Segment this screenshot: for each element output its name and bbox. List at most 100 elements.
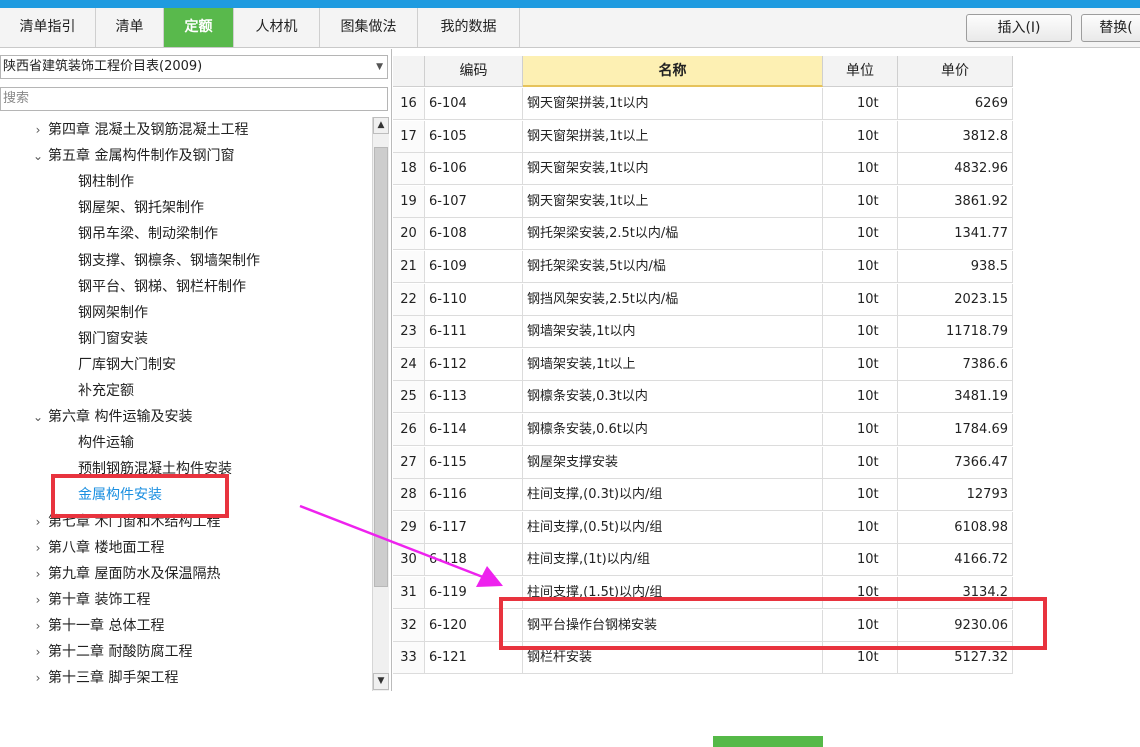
cell-unit: 10t <box>823 251 898 283</box>
cell-price: 11718.79 <box>898 316 1013 349</box>
tab-list-guide[interactable]: 清单指引 <box>0 8 96 47</box>
tree-item[interactable]: 钢柱制作 <box>78 169 134 195</box>
tree-item[interactable]: 补充定额 <box>78 378 134 404</box>
row-number: 30 <box>393 544 425 577</box>
chevron-right-icon[interactable]: › <box>28 665 48 691</box>
cell-price: 938.5 <box>898 251 1013 283</box>
header-code[interactable]: 编码 <box>425 56 523 87</box>
table-row[interactable]: 28 6-116 柱间支撑,(0.3t)以内/组 10t 12793 <box>393 479 1013 512</box>
cell-name: 钢天窗架拼装,1t以内 <box>523 88 823 120</box>
tree-label: 钢支撑、钢檩条、钢墙架制作 <box>78 252 260 269</box>
tree-chapter[interactable]: › 第九章 屋面防水及保温隔热 <box>28 561 221 587</box>
tree-label: 第十二章 耐酸防腐工程 <box>48 644 193 660</box>
scroll-down-icon[interactable]: ▼ <box>373 673 389 690</box>
row-number: 18 <box>393 153 425 186</box>
cell-unit: 10t <box>823 88 898 120</box>
highlight-box-tree <box>51 474 229 518</box>
quota-book-value: 陕西省建筑装饰工程价目表(2009) <box>3 59 203 74</box>
table-row[interactable]: 22 6-110 钢挡风架安装,2.5t以内/榀 10t 2023.15 <box>393 283 1013 317</box>
quota-book-select[interactable]: 陕西省建筑装饰工程价目表(2009) ▼ <box>0 55 388 79</box>
chevron-right-icon[interactable]: › <box>28 535 48 561</box>
grid-horizontal-scrollbar[interactable] <box>713 736 823 747</box>
tree-chapter[interactable]: › 第八章 楼地面工程 <box>28 535 165 561</box>
search-input[interactable]: 搜索 <box>0 87 388 111</box>
cell-code: 6-104 <box>425 88 523 120</box>
tree-item[interactable]: 钢屋架、钢托架制作 <box>78 195 204 221</box>
table-row[interactable]: 26 6-114 钢檩条安装,0.6t以内 10t 1784.69 <box>393 414 1013 447</box>
table-row[interactable]: 18 6-106 钢天窗架安装,1t以内 10t 4832.96 <box>393 153 1013 186</box>
chevron-right-icon[interactable]: › <box>28 613 48 639</box>
tab-list[interactable]: 清单 <box>96 8 164 47</box>
tab-my-data[interactable]: 我的数据 <box>418 8 520 47</box>
cell-price: 2023.15 <box>898 283 1013 316</box>
table-row[interactable]: 19 6-107 钢天窗架安装,1t以上 10t 3861.92 <box>393 185 1013 219</box>
row-number: 27 <box>393 446 425 479</box>
header-name[interactable]: 名称 <box>523 56 823 87</box>
tree-item[interactable]: 钢吊车梁、制动梁制作 <box>78 221 218 247</box>
cell-name: 钢墙架安装,1t以内 <box>523 316 823 349</box>
tree-chapter[interactable]: › 第十一章 总体工程 <box>28 613 165 639</box>
scroll-up-icon[interactable]: ▲ <box>373 117 389 134</box>
table-row[interactable]: 17 6-105 钢天窗架拼装,1t以上 10t 3812.8 <box>393 120 1013 154</box>
tree-chapter[interactable]: › 第四章 混凝土及钢筋混凝土工程 <box>28 117 249 143</box>
chevron-right-icon[interactable]: › <box>28 639 48 665</box>
row-number: 23 <box>393 316 425 349</box>
insert-button[interactable]: 插入(I) <box>966 14 1072 42</box>
cell-price: 6269 <box>898 88 1013 120</box>
tree-item[interactable]: 钢门窗安装 <box>78 326 148 352</box>
chevron-down-icon[interactable]: ⌄ <box>28 143 48 169</box>
row-number: 20 <box>393 218 425 251</box>
row-number: 26 <box>393 414 425 446</box>
tree-item[interactable]: 厂库钢大门制安 <box>78 352 176 378</box>
tab-labor-material-machine[interactable]: 人材机 <box>234 8 320 47</box>
cell-name: 钢天窗架安装,1t以内 <box>523 153 823 186</box>
chevron-right-icon[interactable]: › <box>28 561 48 587</box>
table-row[interactable]: 20 6-108 钢托架梁安装,2.5t以内/榀 10t 1341.77 <box>393 218 1013 251</box>
cell-unit: 10t <box>823 414 898 446</box>
tree-item[interactable]: 钢支撑、钢檩条、钢墙架制作 <box>78 248 260 274</box>
cell-name: 柱间支撑,(0.5t)以内/组 <box>523 511 823 544</box>
table-row[interactable]: 24 6-112 钢墙架安装,1t以上 10t 7386.6 <box>393 348 1013 382</box>
cell-name: 钢墙架安装,1t以上 <box>523 348 823 381</box>
chevron-right-icon[interactable]: › <box>28 117 48 143</box>
header-unit[interactable]: 单位 <box>823 56 898 87</box>
header-price[interactable]: 单价 <box>898 56 1013 87</box>
tab-quota[interactable]: 定额 <box>164 8 234 47</box>
tree-chapter[interactable]: › 第十二章 耐酸防腐工程 <box>28 639 193 665</box>
table-row[interactable]: 29 6-117 柱间支撑,(0.5t)以内/组 10t 6108.98 <box>393 511 1013 545</box>
chevron-right-icon[interactable]: › <box>28 509 48 535</box>
tree-scrollbar[interactable]: ▲ ▼ <box>372 117 389 691</box>
tree-item[interactable]: 钢平台、钢梯、钢栏杆制作 <box>78 274 246 300</box>
cell-unit: 10t <box>823 283 898 316</box>
tree-item[interactable]: 构件运输 <box>78 430 134 456</box>
tree-item[interactable]: 钢网架制作 <box>78 300 148 326</box>
tree-label: 第十章 装饰工程 <box>48 591 151 608</box>
scrollbar-thumb[interactable] <box>374 147 388 587</box>
tab-atlas-method[interactable]: 图集做法 <box>320 8 418 47</box>
cell-unit: 10t <box>823 381 898 414</box>
tree-label: 第十一章 总体工程 <box>48 617 165 634</box>
replace-button[interactable]: 替换( <box>1081 14 1140 42</box>
tree-chapter[interactable]: ⌄ 第六章 构件运输及安装 <box>28 404 192 430</box>
chevron-right-icon[interactable]: › <box>28 587 48 613</box>
table-row[interactable]: 27 6-115 钢屋架支撑安装 10t 7366.47 <box>393 446 1013 480</box>
table-row[interactable]: 21 6-109 钢托架梁安装,5t以内/榀 10t 938.5 <box>393 251 1013 284</box>
dropdown-arrow-icon[interactable]: ▼ <box>376 56 383 78</box>
tree-chapter[interactable]: › 第十章 装饰工程 <box>28 587 151 613</box>
tree-chapter[interactable]: ⌄ 第五章 金属构件制作及钢门窗 <box>28 143 234 169</box>
table-row[interactable]: 23 6-111 钢墙架安装,1t以内 10t 11718.79 <box>393 316 1013 349</box>
table-row[interactable]: 16 6-104 钢天窗架拼装,1t以内 10t 6269 <box>393 88 1013 121</box>
chevron-down-icon[interactable]: ⌄ <box>28 404 48 430</box>
highlight-box-row <box>499 597 1047 650</box>
cell-unit: 10t <box>823 120 898 153</box>
tab-bar: 清单指引 清单 定额 人材机 图集做法 我的数据 插入(I) 替换( <box>0 8 1140 48</box>
cell-code: 6-105 <box>425 120 523 153</box>
cell-name: 钢屋架支撑安装 <box>523 446 823 479</box>
cell-unit: 10t <box>823 218 898 251</box>
cell-unit: 10t <box>823 316 898 349</box>
row-number: 22 <box>393 283 425 316</box>
table-row[interactable]: 30 6-118 柱间支撑,(1t)以内/组 10t 4166.72 <box>393 544 1013 577</box>
table-row[interactable]: 25 6-113 钢檩条安装,0.3t以内 10t 3481.19 <box>393 381 1013 414</box>
row-number: 28 <box>393 479 425 512</box>
tree-chapter[interactable]: › 第十三章 脚手架工程 <box>28 665 179 691</box>
